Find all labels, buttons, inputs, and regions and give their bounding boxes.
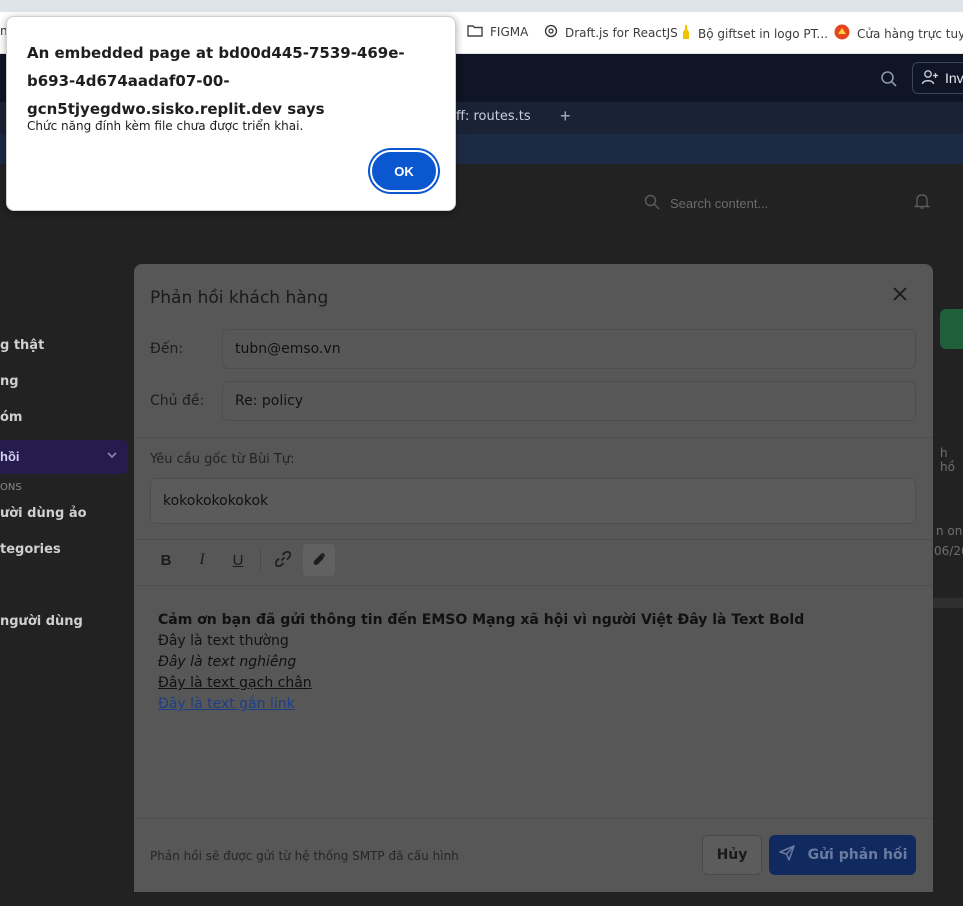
sidebar-item-2[interactable]: ng — [0, 374, 19, 389]
attach-button[interactable] — [303, 544, 335, 576]
modal-title: Phản hồi khách hàng — [150, 288, 329, 308]
editor-toolbar: B I U — [150, 542, 335, 578]
italic-icon: I — [199, 551, 205, 568]
shop-icon — [834, 24, 850, 43]
background-search[interactable]: Search content... — [636, 186, 936, 220]
original-request-label: Yêu cầu gốc từ Bùi Tự: — [150, 452, 295, 467]
alert-dialog: An embedded page at bd00d445-7539-469e-b… — [6, 16, 456, 211]
alert-title: An embedded page at bd00d445-7539-469e-b… — [27, 44, 405, 118]
editor-line-normal: Đây là text thường — [158, 633, 289, 649]
bold-icon: B — [160, 551, 172, 569]
send-label: Gửi phản hồi — [807, 847, 908, 863]
search-icon[interactable] — [880, 70, 898, 91]
sidebar-item-1[interactable]: g thật — [0, 338, 44, 353]
editor-line-underline: Đây là text gạch chân — [158, 675, 312, 691]
background-action-button[interactable] — [940, 309, 963, 349]
footer-note: Phản hồi sẽ được gửi từ hệ thống SMTP đã… — [150, 849, 459, 863]
bookmark-figma[interactable]: FIGMA — [467, 24, 528, 40]
underline-button[interactable]: U — [222, 544, 254, 576]
bold-button[interactable]: B — [150, 544, 182, 576]
bookmark-giftset[interactable]: Bộ giftset in logo PT... — [681, 24, 828, 43]
sidebar-active-label: hồi — [0, 449, 20, 464]
bookmark-draftjs[interactable]: Draft.js for ReactJS — [544, 24, 678, 41]
sidebar-item-active[interactable]: hồi — [0, 440, 128, 474]
background-text: n on — [936, 524, 963, 538]
sidebar-item-3[interactable]: óm — [0, 410, 22, 425]
ok-button[interactable]: OK — [370, 150, 438, 192]
search-icon — [644, 194, 660, 213]
bookmark-shop[interactable]: Cửa hàng trực tuyế... — [834, 24, 963, 43]
editor-line-link[interactable]: Đây là text gắn link — [158, 694, 898, 715]
subject-field[interactable]: Re: policy — [222, 381, 916, 421]
link-icon — [274, 550, 292, 571]
tab-routes[interactable]: ff: routes.ts — [456, 109, 531, 124]
divider — [134, 437, 933, 438]
divider — [134, 818, 933, 819]
folder-icon — [467, 24, 483, 40]
background-text: 06/20 — [934, 544, 963, 558]
invite-button[interactable]: Inv — [912, 62, 963, 94]
background-divider — [932, 598, 963, 608]
chatgpt-icon — [544, 24, 558, 41]
editor-line-bold: Cảm ơn bạn đã gửi thông tin đến EMSO Mạn… — [158, 612, 805, 628]
sidebar-item-4[interactable]: ười dùng ảo — [0, 506, 87, 521]
paperclip-icon — [310, 550, 328, 571]
bottle-icon — [681, 24, 691, 43]
sidebar-item-6[interactable]: người dùng — [0, 614, 83, 629]
send-icon — [778, 844, 796, 866]
italic-button[interactable]: I — [186, 544, 218, 576]
sidebar-section-label: ONS — [0, 482, 22, 493]
close-icon[interactable] — [890, 284, 910, 307]
alert-message: Chức năng đính kèm file chưa được triển … — [27, 119, 304, 133]
original-request-content: kokokokokokok — [150, 478, 916, 524]
sidebar-item-5[interactable]: tegories — [0, 542, 61, 557]
toolbar-separator — [260, 550, 261, 570]
to-label: Đến: — [150, 341, 184, 357]
chevron-down-icon — [106, 449, 118, 464]
user-plus-icon — [921, 69, 939, 88]
browser-top-strip — [0, 0, 963, 12]
to-field[interactable]: tubn@emso.vn — [222, 329, 916, 369]
send-reply-button[interactable]: Gửi phản hồi — [769, 835, 916, 875]
bell-icon[interactable] — [913, 192, 931, 213]
underline-icon: U — [232, 551, 244, 569]
reply-modal: Phản hồi khách hàng Đến: tubn@emso.vn Ch… — [134, 264, 933, 892]
link-button[interactable] — [267, 544, 299, 576]
divider — [134, 539, 933, 540]
reply-editor[interactable]: Cảm ơn bạn đã gửi thông tin đến EMSO Mạn… — [158, 610, 898, 715]
divider — [134, 585, 933, 586]
background-text: h hồ — [940, 446, 955, 474]
subject-label: Chủ đề: — [150, 393, 205, 409]
add-tab-button[interactable]: + — [560, 106, 571, 127]
cancel-button[interactable]: Hủy — [702, 835, 762, 875]
editor-line-italic: Đây là text nghiêng — [158, 654, 297, 670]
